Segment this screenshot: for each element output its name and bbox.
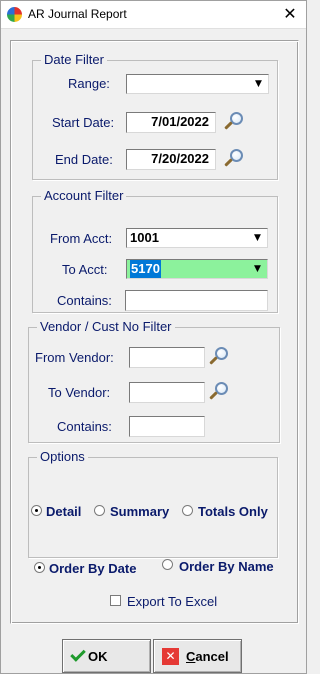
from-acct-label: From Acct: — [50, 231, 113, 246]
to-acct-label: To Acct: — [62, 262, 108, 277]
order-by-name-label[interactable]: Order By Name — [179, 559, 274, 574]
vendor-filter-title: Vendor / Cust No Filter — [37, 319, 175, 335]
acct-contains-label: Contains: — [57, 293, 112, 308]
export-excel-checkbox[interactable] — [110, 595, 121, 606]
summary-radio[interactable] — [94, 505, 105, 516]
title-bar: AR Journal Report ✕ — [1, 1, 306, 29]
to-acct-select[interactable]: 5170 ▼ — [126, 259, 268, 279]
order-by-date-radio[interactable] — [34, 562, 45, 573]
x-icon: ✕ — [162, 648, 179, 665]
vendor-contains-field[interactable] — [129, 416, 205, 437]
window-title: AR Journal Report — [28, 7, 127, 21]
chevron-down-icon[interactable]: ▼ — [249, 261, 266, 277]
start-date-label: Start Date: — [52, 115, 115, 130]
detail-label[interactable]: Detail — [46, 504, 81, 519]
checkmark-icon — [70, 646, 86, 662]
acct-contains-field[interactable] — [125, 290, 268, 311]
end-date-field[interactable]: 7/20/2022 — [126, 149, 216, 170]
summary-label[interactable]: Summary — [110, 504, 169, 519]
cancel-label: Cancel — [186, 649, 229, 664]
date-filter-title: Date Filter — [41, 52, 107, 68]
end-date-label: End Date: — [55, 152, 113, 167]
from-vendor-field[interactable] — [129, 347, 205, 368]
start-date-field[interactable]: 7/01/2022 — [126, 112, 216, 133]
to-vendor-label: To Vendor: — [48, 385, 111, 400]
ok-button[interactable]: OK — [62, 639, 151, 673]
end-date-lookup-button[interactable] — [223, 148, 245, 170]
totals-only-label[interactable]: Totals Only — [198, 504, 268, 519]
range-select[interactable]: ▼ — [126, 74, 269, 94]
report-window: AR Journal Report ✕ Date Filter Range: ▼… — [0, 0, 307, 674]
to-vendor-field[interactable] — [129, 382, 205, 403]
range-label: Range: — [68, 76, 110, 91]
start-date-lookup-button[interactable] — [223, 111, 245, 133]
to-acct-value: 5170 — [130, 260, 161, 278]
vendor-contains-label: Contains: — [57, 419, 112, 434]
chevron-down-icon[interactable]: ▼ — [249, 230, 266, 246]
to-vendor-lookup-button[interactable] — [208, 381, 230, 403]
cancel-button[interactable]: ✕ Cancel — [153, 639, 242, 673]
order-by-date-label[interactable]: Order By Date — [49, 561, 136, 576]
chevron-down-icon[interactable]: ▼ — [250, 76, 267, 92]
options-title: Options — [37, 449, 88, 465]
close-button[interactable]: ✕ — [276, 1, 304, 27]
from-vendor-lookup-button[interactable] — [208, 346, 230, 368]
totals-only-radio[interactable] — [182, 505, 193, 516]
from-acct-value: 1001 — [130, 230, 159, 245]
detail-radio[interactable] — [31, 505, 42, 516]
account-filter-title: Account Filter — [41, 188, 127, 204]
from-acct-select[interactable]: 1001 ▼ — [126, 228, 268, 248]
from-vendor-label: From Vendor: — [35, 350, 114, 365]
ok-label: OK — [88, 649, 108, 664]
export-excel-label[interactable]: Export To Excel — [127, 594, 217, 609]
order-by-name-radio[interactable] — [162, 559, 173, 570]
app-logo-icon — [7, 7, 22, 22]
